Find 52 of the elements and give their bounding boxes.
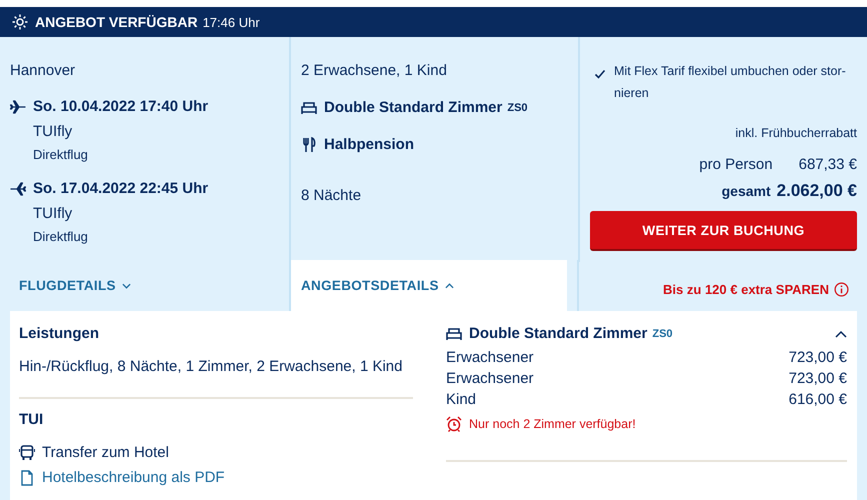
plane-icon bbox=[10, 180, 26, 196]
board-type: Halbpension bbox=[324, 136, 414, 153]
flight-type: Direktflug bbox=[32, 229, 89, 244]
savings-link[interactable]: Bis zu 120 € extra SPAREN bbox=[663, 282, 829, 297]
sun-icon bbox=[12, 14, 28, 30]
check-icon bbox=[594, 68, 606, 80]
document-icon bbox=[19, 470, 35, 486]
flight-datetime: So. 17.04.2022 22:45 Uhr bbox=[33, 180, 208, 197]
bed-icon bbox=[446, 326, 462, 342]
per-person-label: pro Person bbox=[699, 156, 773, 173]
banner-title: ANGEBOT VERFÜGBAR bbox=[35, 14, 198, 30]
info-icon[interactable] bbox=[834, 282, 849, 297]
banner-time: 17:46 Uhr bbox=[202, 14, 260, 30]
price-label: Erwachsener bbox=[446, 349, 534, 366]
price-label: Erwachsener bbox=[446, 370, 534, 387]
transfer-text: Transfer zum Hotel bbox=[42, 444, 169, 461]
flex-tariff-note: Mit Flex Tarif flexibel umbuchen oder stor-nieren bbox=[614, 63, 847, 102]
alarm-clock-icon bbox=[446, 416, 462, 432]
bus-icon bbox=[19, 444, 35, 460]
flight-type: Direktflug bbox=[32, 147, 89, 162]
services-text: Hin-/Rückflug, 8 Nächte, 1 Zimmer, 2 Erwachsene, 1 Kind bbox=[19, 358, 404, 375]
room-name: Double Standard Zimmer bbox=[324, 99, 502, 116]
total-label: gesamt bbox=[722, 183, 771, 199]
price-label: Kind bbox=[446, 391, 476, 408]
services-title: Leistungen bbox=[19, 325, 100, 342]
pdf-link[interactable]: Hotelbeschreibung als PDF bbox=[42, 469, 225, 486]
room-code: ZS0 bbox=[652, 328, 673, 340]
airline-name: TUIfly bbox=[32, 123, 74, 140]
bed-icon bbox=[301, 100, 317, 116]
discount-note: inkl. Frühbucherrabatt bbox=[734, 126, 857, 140]
booking-button[interactable]: WEITER ZUR BUCHUNG bbox=[590, 211, 857, 251]
plane-icon bbox=[10, 98, 26, 114]
room-code: ZS0 bbox=[507, 102, 528, 114]
room-name: Double Standard Zimmer bbox=[469, 325, 648, 342]
flight-details-tab[interactable]: FLUGDETAILS bbox=[0, 260, 289, 311]
nights-text: 8 Nächte bbox=[301, 187, 362, 204]
operator-name: TUI bbox=[19, 411, 44, 428]
airline-name: TUIfly bbox=[32, 205, 74, 222]
total-price: 2.062,00 € bbox=[776, 181, 857, 201]
chevron-icon bbox=[122, 282, 131, 288]
chevron-icon[interactable] bbox=[835, 330, 847, 338]
per-person-price: 687,33 € bbox=[798, 156, 857, 173]
availability-warning: Nur noch 2 Zimmer verfügbar! bbox=[469, 417, 636, 431]
travellers-text: 2 Erwachsene, 1 Kind bbox=[301, 62, 448, 79]
price-amount: 616,00 € bbox=[788, 391, 847, 408]
flight-datetime: So. 10.04.2022 17:40 Uhr bbox=[33, 98, 208, 115]
price-amount: 723,00 € bbox=[788, 349, 847, 366]
departure-airport: Hannover bbox=[10, 62, 76, 79]
cutlery-icon bbox=[301, 136, 317, 152]
offer-details-tab[interactable]: ANGEBOTSDETAILS bbox=[291, 260, 567, 311]
chevron-icon bbox=[444, 282, 454, 288]
price-amount: 723,00 € bbox=[788, 370, 847, 387]
